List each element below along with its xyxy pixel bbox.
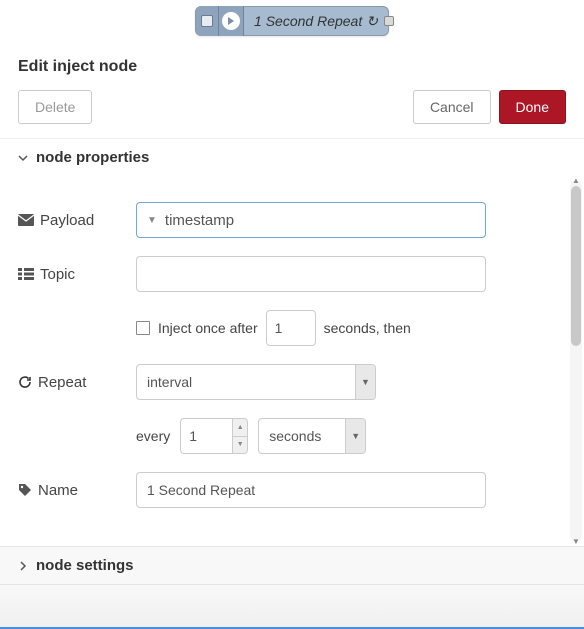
topic-label-text: Topic	[40, 266, 75, 283]
delete-button[interactable]: Delete	[18, 90, 92, 124]
form-area: ▲ ▼ Payload ▼ timestamp Topic	[0, 176, 584, 546]
node-properties-header[interactable]: node properties	[0, 138, 584, 176]
name-input[interactable]	[136, 472, 486, 508]
inject-port-icon	[201, 15, 213, 27]
payload-label: Payload	[18, 212, 128, 229]
topic-label: Topic	[18, 266, 128, 283]
scroll-down-icon[interactable]: ▼	[570, 537, 582, 546]
done-button[interactable]: Done	[499, 90, 566, 124]
node-preview-area: 1 Second Repeat ↻	[0, 0, 584, 46]
node-output-port[interactable]	[384, 16, 394, 26]
list-icon	[18, 268, 34, 280]
repeat-mode-value: interval	[137, 374, 355, 390]
inject-once-row: Inject once after seconds, then	[136, 310, 566, 346]
panel-title: Edit inject node	[0, 46, 584, 90]
scrollbar-thumb[interactable]	[571, 186, 581, 346]
every-label: every	[136, 428, 170, 444]
inject-once-suffix: seconds, then	[324, 320, 411, 336]
repeat-row: Repeat interval ▼	[18, 364, 566, 400]
interval-value-input[interactable]	[180, 418, 232, 454]
spinner-down-button[interactable]: ▼	[233, 437, 247, 454]
payload-value: timestamp	[165, 212, 234, 229]
inject-once-checkbox[interactable]	[136, 321, 150, 335]
select-caret-icon: ▼	[345, 419, 365, 453]
envelope-icon	[18, 214, 34, 226]
tag-icon	[18, 483, 32, 497]
spinner-up-button[interactable]: ▲	[233, 419, 247, 437]
scroll-up-icon[interactable]: ▲	[570, 176, 582, 185]
payload-row: Payload ▼ timestamp	[18, 202, 566, 238]
scrollbar[interactable]: ▲ ▼	[570, 180, 582, 542]
bottom-area	[0, 585, 584, 629]
payload-dropdown[interactable]: ▼ timestamp	[136, 202, 486, 238]
name-label: Name	[18, 482, 128, 499]
name-row: Name	[18, 472, 566, 508]
repeat-label: Repeat	[18, 374, 128, 391]
topic-input[interactable]	[136, 256, 486, 292]
interval-spinner: ▲ ▼	[180, 418, 248, 454]
refresh-icon	[18, 375, 32, 389]
inject-once-prefix: Inject once after	[158, 320, 258, 336]
repeat-mode-select[interactable]: interval ▼	[136, 364, 376, 400]
interval-unit-select[interactable]: seconds ▼	[258, 418, 366, 454]
caret-down-icon: ▼	[147, 215, 157, 226]
inject-node[interactable]: 1 Second Repeat ↻	[195, 6, 389, 36]
name-label-text: Name	[38, 482, 78, 499]
repeat-label-text: Repeat	[38, 374, 86, 391]
chevron-down-icon	[18, 153, 28, 163]
node-label-text: 1 Second Repeat	[254, 13, 362, 29]
arrow-right-icon	[222, 12, 240, 30]
node-settings-header[interactable]: node settings	[0, 546, 584, 585]
cancel-button[interactable]: Cancel	[413, 90, 491, 124]
node-settings-label: node settings	[36, 557, 134, 574]
select-caret-icon: ▼	[355, 365, 375, 399]
inject-once-delay-input[interactable]	[266, 310, 316, 346]
payload-label-text: Payload	[40, 212, 94, 229]
button-row: Delete Cancel Done	[0, 90, 584, 138]
inject-trigger-button[interactable]	[196, 6, 218, 36]
node-properties-label: node properties	[36, 149, 149, 166]
interval-unit-value: seconds	[259, 428, 345, 444]
node-label: 1 Second Repeat ↻	[244, 13, 388, 30]
repeat-icon: ↻	[366, 13, 378, 30]
inject-arrow-segment	[218, 6, 244, 36]
chevron-right-icon	[18, 561, 28, 571]
topic-row: Topic	[18, 256, 566, 292]
interval-row: every ▲ ▼ seconds ▼	[136, 418, 566, 454]
spinner-buttons: ▲ ▼	[232, 418, 248, 454]
